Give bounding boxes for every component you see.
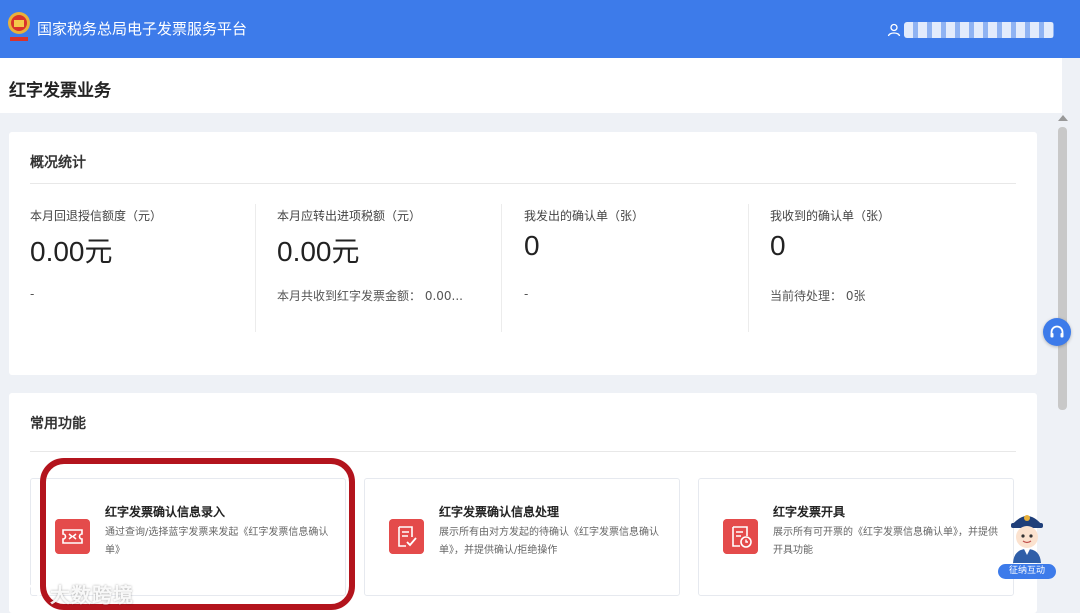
page-header: 红字发票业务	[0, 58, 1062, 113]
stat-separator	[255, 204, 256, 332]
user-name[interactable]	[904, 22, 1054, 38]
stat-input-tax-transfer: 本月应转出进项税额（元） 0.00元 本月共收到红字发票金额： 0.00...	[277, 204, 523, 334]
functions-divider	[30, 451, 1016, 452]
func-title[interactable]: 红字发票开具	[773, 503, 845, 520]
stat-value: 0.00元	[30, 236, 113, 267]
stat-label: 本月应转出进项税额（元）	[277, 209, 422, 223]
stat-sub: 本月共收到红字发票金额： 0.00...	[277, 289, 463, 303]
stat-sub: -	[524, 287, 529, 301]
stat-sent-confirmations: 我发出的确认单（张） 0 -	[524, 204, 770, 334]
scrollbar[interactable]	[1056, 113, 1070, 613]
func-red-invoice-issue[interactable]: 红字发票开具 展示所有可开票的《红字发票信息确认单》，并提供开具功能	[698, 478, 1014, 596]
stat-label: 本月回退授信额度（元）	[30, 209, 163, 223]
scroll-up-arrow[interactable]	[1058, 115, 1068, 121]
scroll-thumb[interactable]	[1058, 127, 1067, 410]
func-desc: 展示所有由对方发起的待确认《红字发票信息确认单》，并提供确认/拒绝操作	[439, 527, 659, 556]
watermark: 大数跨境	[8, 578, 134, 608]
stat-sub[interactable]: 当前待处理： 0张	[770, 287, 865, 304]
page-title: 红字发票业务	[9, 81, 111, 101]
assistant-label[interactable]: 征纳互动	[998, 564, 1056, 579]
stat-credit-refund: 本月回退授信额度（元） 0.00元 -	[30, 204, 276, 334]
overview-title: 概况统计	[30, 155, 86, 171]
user-menu[interactable]	[887, 20, 1054, 40]
overview-card: 概况统计 本月回退授信额度（元） 0.00元 - 本月应转出进项税额（元） 0.…	[9, 132, 1037, 375]
assistant-avatar-icon	[1011, 515, 1043, 563]
app-title[interactable]: 国家税务总局电子发票服务平台	[37, 18, 247, 39]
overview-divider	[30, 183, 1016, 184]
stat-sub: -	[30, 287, 35, 301]
stat-separator	[748, 204, 749, 332]
doc-check-icon	[389, 519, 424, 554]
top-bar: 国家税务总局电子发票服务平台	[0, 0, 1080, 58]
doc-clock-icon	[723, 519, 758, 554]
func-desc: 展示所有可开票的《红字发票信息确认单》，并提供开具功能	[773, 527, 998, 556]
stat-value[interactable]: 0	[524, 230, 540, 262]
functions-title: 常用功能	[30, 416, 86, 432]
watermark-logo-icon	[9, 584, 41, 602]
stat-separator	[501, 204, 502, 332]
stat-value[interactable]: 0	[770, 230, 786, 262]
func-confirmation-processing[interactable]: 红字发票确认信息处理 展示所有由对方发起的待确认《红字发票信息确认单》，并提供确…	[364, 478, 680, 596]
user-icon	[887, 23, 901, 37]
stat-received-confirmations: 我收到的确认单（张） 0 当前待处理： 0张	[770, 204, 1016, 334]
headset-icon	[1050, 325, 1064, 338]
emblem-icon[interactable]	[6, 10, 32, 44]
watermark-text: 大数跨境	[50, 582, 134, 607]
assistant-widget[interactable]: 征纳互动	[998, 505, 1056, 580]
stat-value: 0.00元	[277, 236, 360, 267]
stat-label: 我收到的确认单（张）	[770, 209, 891, 223]
func-title[interactable]: 红字发票确认信息处理	[439, 503, 559, 520]
helpdesk-button[interactable]	[1043, 318, 1071, 346]
stat-label: 我发出的确认单（张）	[524, 209, 645, 223]
